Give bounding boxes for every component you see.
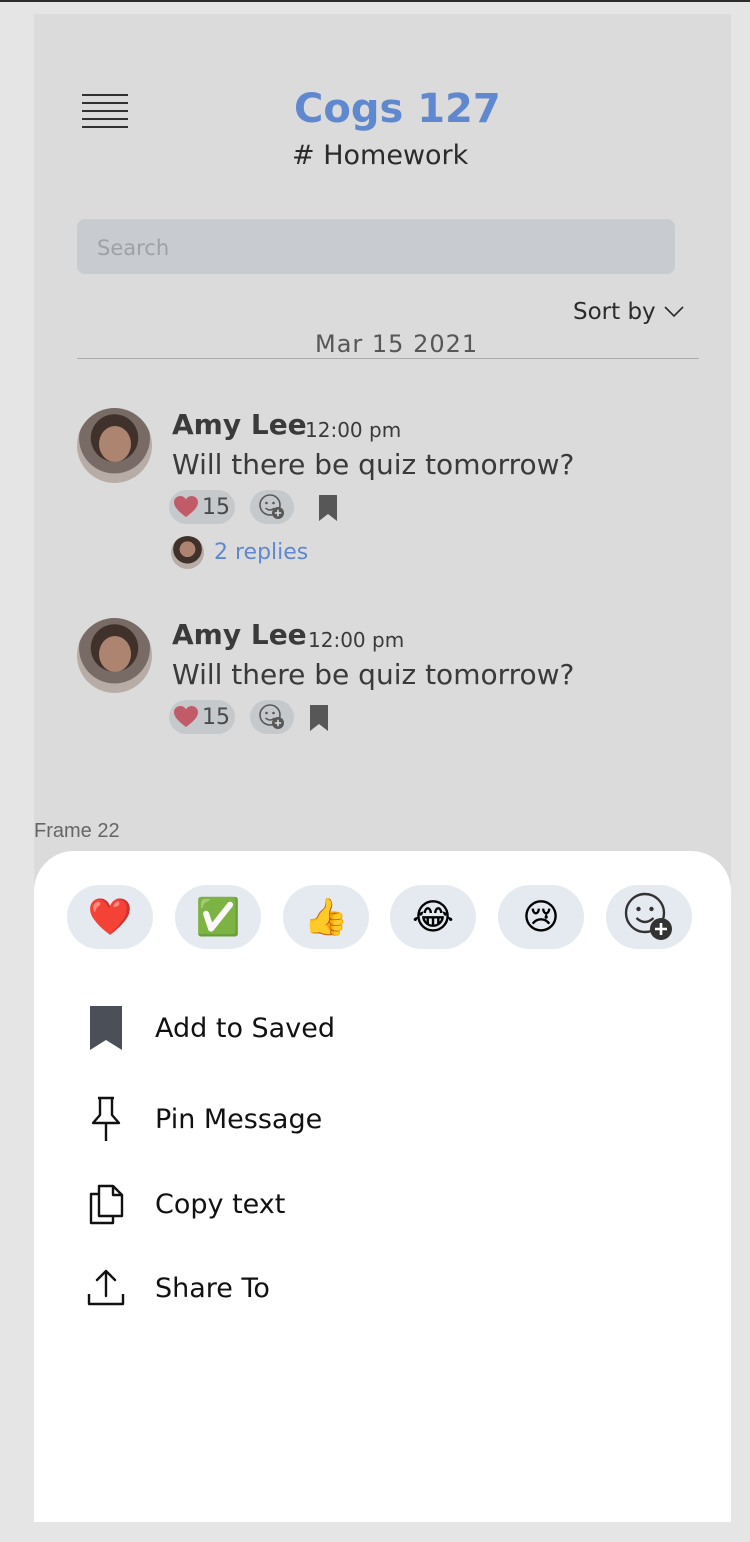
reaction-crying-button[interactable]: 😢 (498, 885, 584, 949)
crying-icon: 😢 (522, 896, 560, 938)
laughing-icon: 😂 (411, 896, 455, 938)
menu-item-copy-text[interactable]: Copy text (86, 1174, 646, 1234)
reaction-check-button[interactable]: ✅ (175, 885, 261, 949)
menu-item-label: Add to Saved (155, 1012, 335, 1044)
reaction-heart-button[interactable]: ❤️ (67, 885, 153, 949)
menu-item-add-to-saved[interactable]: Add to Saved (86, 998, 646, 1058)
reaction-thumbs-up-button[interactable]: 👍 (283, 885, 369, 949)
check-mark-icon: ✅ (195, 897, 241, 938)
menu-item-pin-message[interactable]: Pin Message (86, 1089, 646, 1149)
menu-item-label: Share To (155, 1272, 270, 1304)
share-icon (86, 1263, 126, 1313)
pin-icon (86, 1094, 126, 1144)
menu-item-share-to[interactable]: Share To (86, 1258, 646, 1318)
menu-item-label: Copy text (155, 1188, 286, 1220)
add-reaction-button[interactable] (606, 885, 692, 949)
thumbs-up-icon: 👍 (303, 897, 349, 938)
add-emoji-icon (624, 892, 672, 940)
menu-item-label: Pin Message (155, 1103, 323, 1135)
reaction-laughing-button[interactable]: 😂 (390, 885, 476, 949)
copy-icon (86, 1179, 126, 1229)
bookmark-icon (86, 1003, 126, 1053)
top-border (0, 0, 750, 2)
frame-label: Frame 22 (34, 820, 120, 842)
reaction-row: ❤️ ✅ 👍 😂 😢 (67, 885, 692, 949)
action-sheet: ❤️ ✅ 👍 😂 😢 Add to Saved Pin Message Copy… (34, 851, 731, 1522)
heart-icon: ❤️ (87, 897, 133, 938)
